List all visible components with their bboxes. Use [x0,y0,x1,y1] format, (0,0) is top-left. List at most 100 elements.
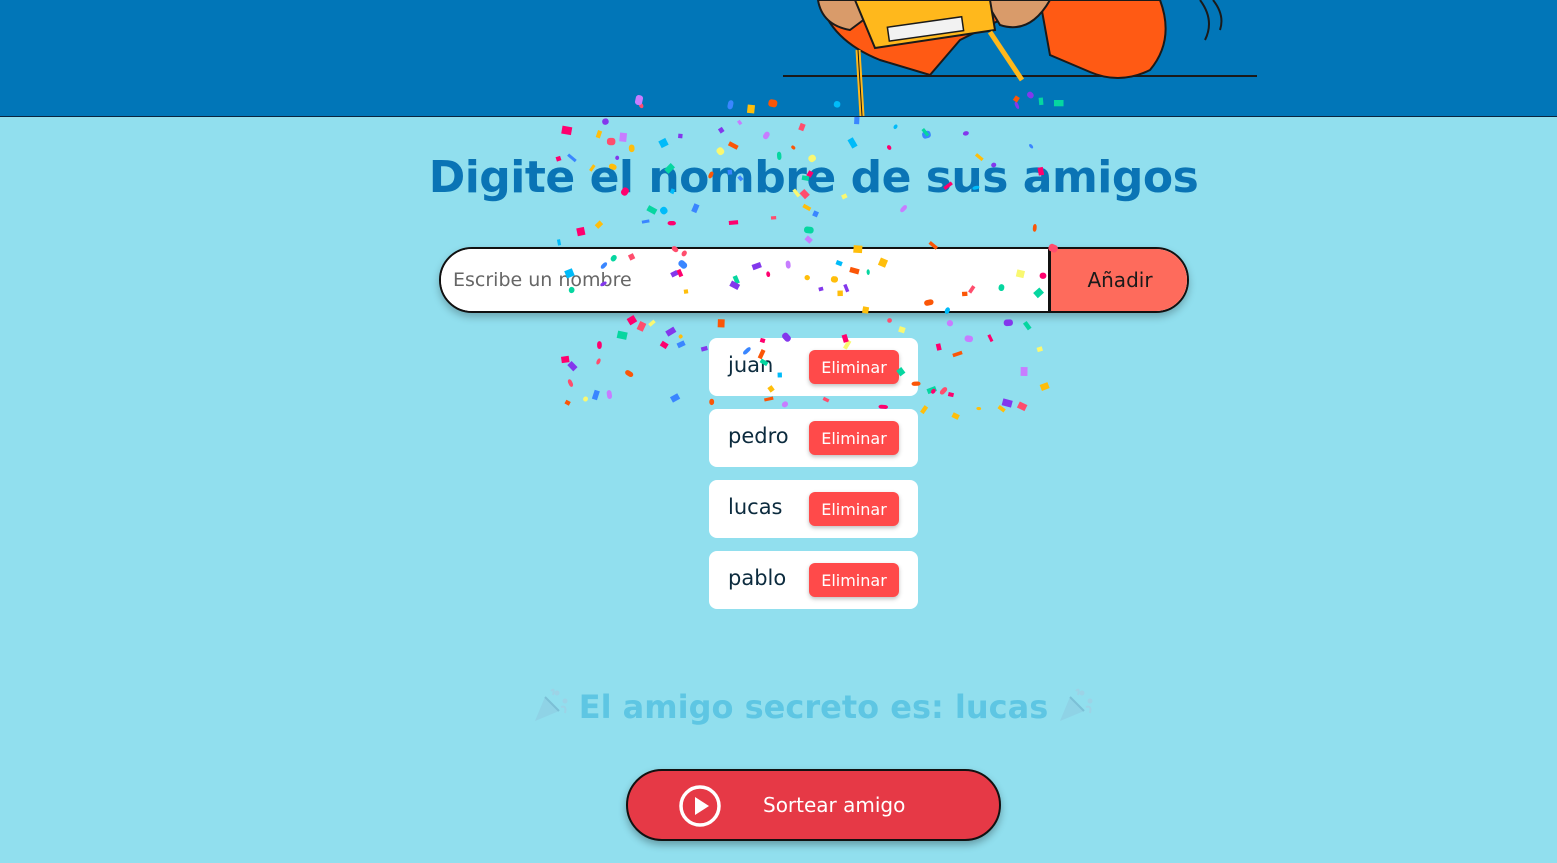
list-item: pablo Eliminar [709,551,918,609]
name-input-group: Añadir [439,247,1189,313]
confetti-piece [667,220,676,226]
confetti-piece [935,343,942,351]
confetti-piece [596,358,601,365]
confetti-piece [1036,346,1043,353]
result-message: El amigo secreto es: lucas [0,685,1557,733]
remove-button[interactable]: Eliminar [809,350,899,384]
confetti-piece [804,235,813,244]
list-item: lucas Eliminar [709,480,918,538]
confetti-piece [597,341,602,349]
confetti-piece [926,385,937,395]
page-title: Digite el nombre de sus amigos [428,152,1199,203]
confetti-piece [567,379,574,387]
confetti-piece [997,404,1006,413]
confetti-piece [886,145,892,150]
confetti-piece [602,118,609,125]
confetti-piece [641,219,650,224]
confetti-piece [626,314,638,326]
confetti-piece [678,133,683,139]
friend-name: pablo [728,566,787,590]
draw-button-label: Sortear amigo [763,793,906,817]
confetti-piece [921,128,930,137]
confetti-piece [762,131,770,140]
confetti-piece [900,205,907,213]
confetti-piece [659,340,669,350]
confetti-piece [920,405,929,415]
remove-button[interactable]: Eliminar [809,421,899,455]
list-item: pedro Eliminar [709,409,918,467]
confetti-piece [1032,223,1037,232]
confetti-piece [1016,401,1028,412]
confetti-piece [556,239,562,246]
confetti-piece [812,210,820,218]
confetti-piece [717,319,725,328]
party-popper-icon [1056,685,1096,733]
confetti-piece [1022,320,1032,331]
confetti-piece [594,220,604,229]
confetti-piece [922,130,931,139]
confetti-piece [854,116,860,125]
confetti-piece [606,137,616,146]
confetti-piece [669,393,681,403]
friend-name: pedro [728,424,789,448]
confetti-piece [678,334,683,339]
confetti-piece [964,335,974,343]
confetti-piece [737,119,743,126]
confetti-piece [962,131,969,136]
confetti-piece [561,125,573,136]
confetti-piece [1003,319,1013,327]
confetti-piece [728,220,739,226]
confetti-piece [1029,144,1034,149]
confetti-piece [887,318,892,323]
confetti-piece [700,345,708,352]
confetti-piece [717,126,725,134]
remove-button[interactable]: Eliminar [809,492,899,526]
confetti-piece [625,370,634,377]
confetti-piece [946,320,954,327]
confetti-piece [691,203,700,214]
confetti-piece [976,407,982,411]
draw-button[interactable]: Sortear amigo [626,769,1001,841]
remove-button[interactable]: Eliminar [809,563,899,597]
confetti-piece [1020,367,1028,376]
list-item: juan Eliminar [709,338,918,396]
confetti-piece [893,124,898,130]
confetti-piece [646,205,658,215]
confetti-piece [560,355,570,364]
confetti-piece [576,226,586,237]
header-banner [0,0,1557,117]
confetti-piece [952,350,963,358]
confetti-piece [898,326,906,334]
name-input[interactable] [441,249,1048,311]
friend-name: lucas [728,495,783,519]
confetti-piece [564,399,571,406]
play-circle-icon [678,784,722,832]
confetti-piece [1001,398,1013,408]
gift-illustration [783,0,1257,116]
confetti-piece [847,137,858,149]
confetti-piece [606,390,613,399]
confetti-piece [595,130,603,139]
friend-list: juan Eliminar pedro Eliminar lucas Elimi… [709,338,918,622]
friend-name: juan [728,353,774,377]
confetti-piece [676,340,686,349]
confetti-piece [791,145,796,150]
confetti-piece [665,326,677,337]
confetti-piece [727,141,739,150]
party-popper-icon [531,685,571,733]
confetti-piece [987,334,994,343]
confetti-piece [951,412,960,420]
confetti-piece [939,387,948,395]
confetti-piece [659,206,668,215]
confetti-piece [803,226,814,234]
confetti-piece [619,132,628,143]
confetti-piece [658,137,669,149]
confetti-piece [1039,382,1050,391]
result-text: El amigo secreto es: lucas [578,688,1049,726]
confetti-piece [636,320,647,332]
add-button[interactable]: Añadir [1048,249,1187,311]
confetti-piece [947,392,955,398]
confetti-piece [770,216,777,220]
confetti-piece [616,330,628,340]
confetti-piece [648,319,656,327]
